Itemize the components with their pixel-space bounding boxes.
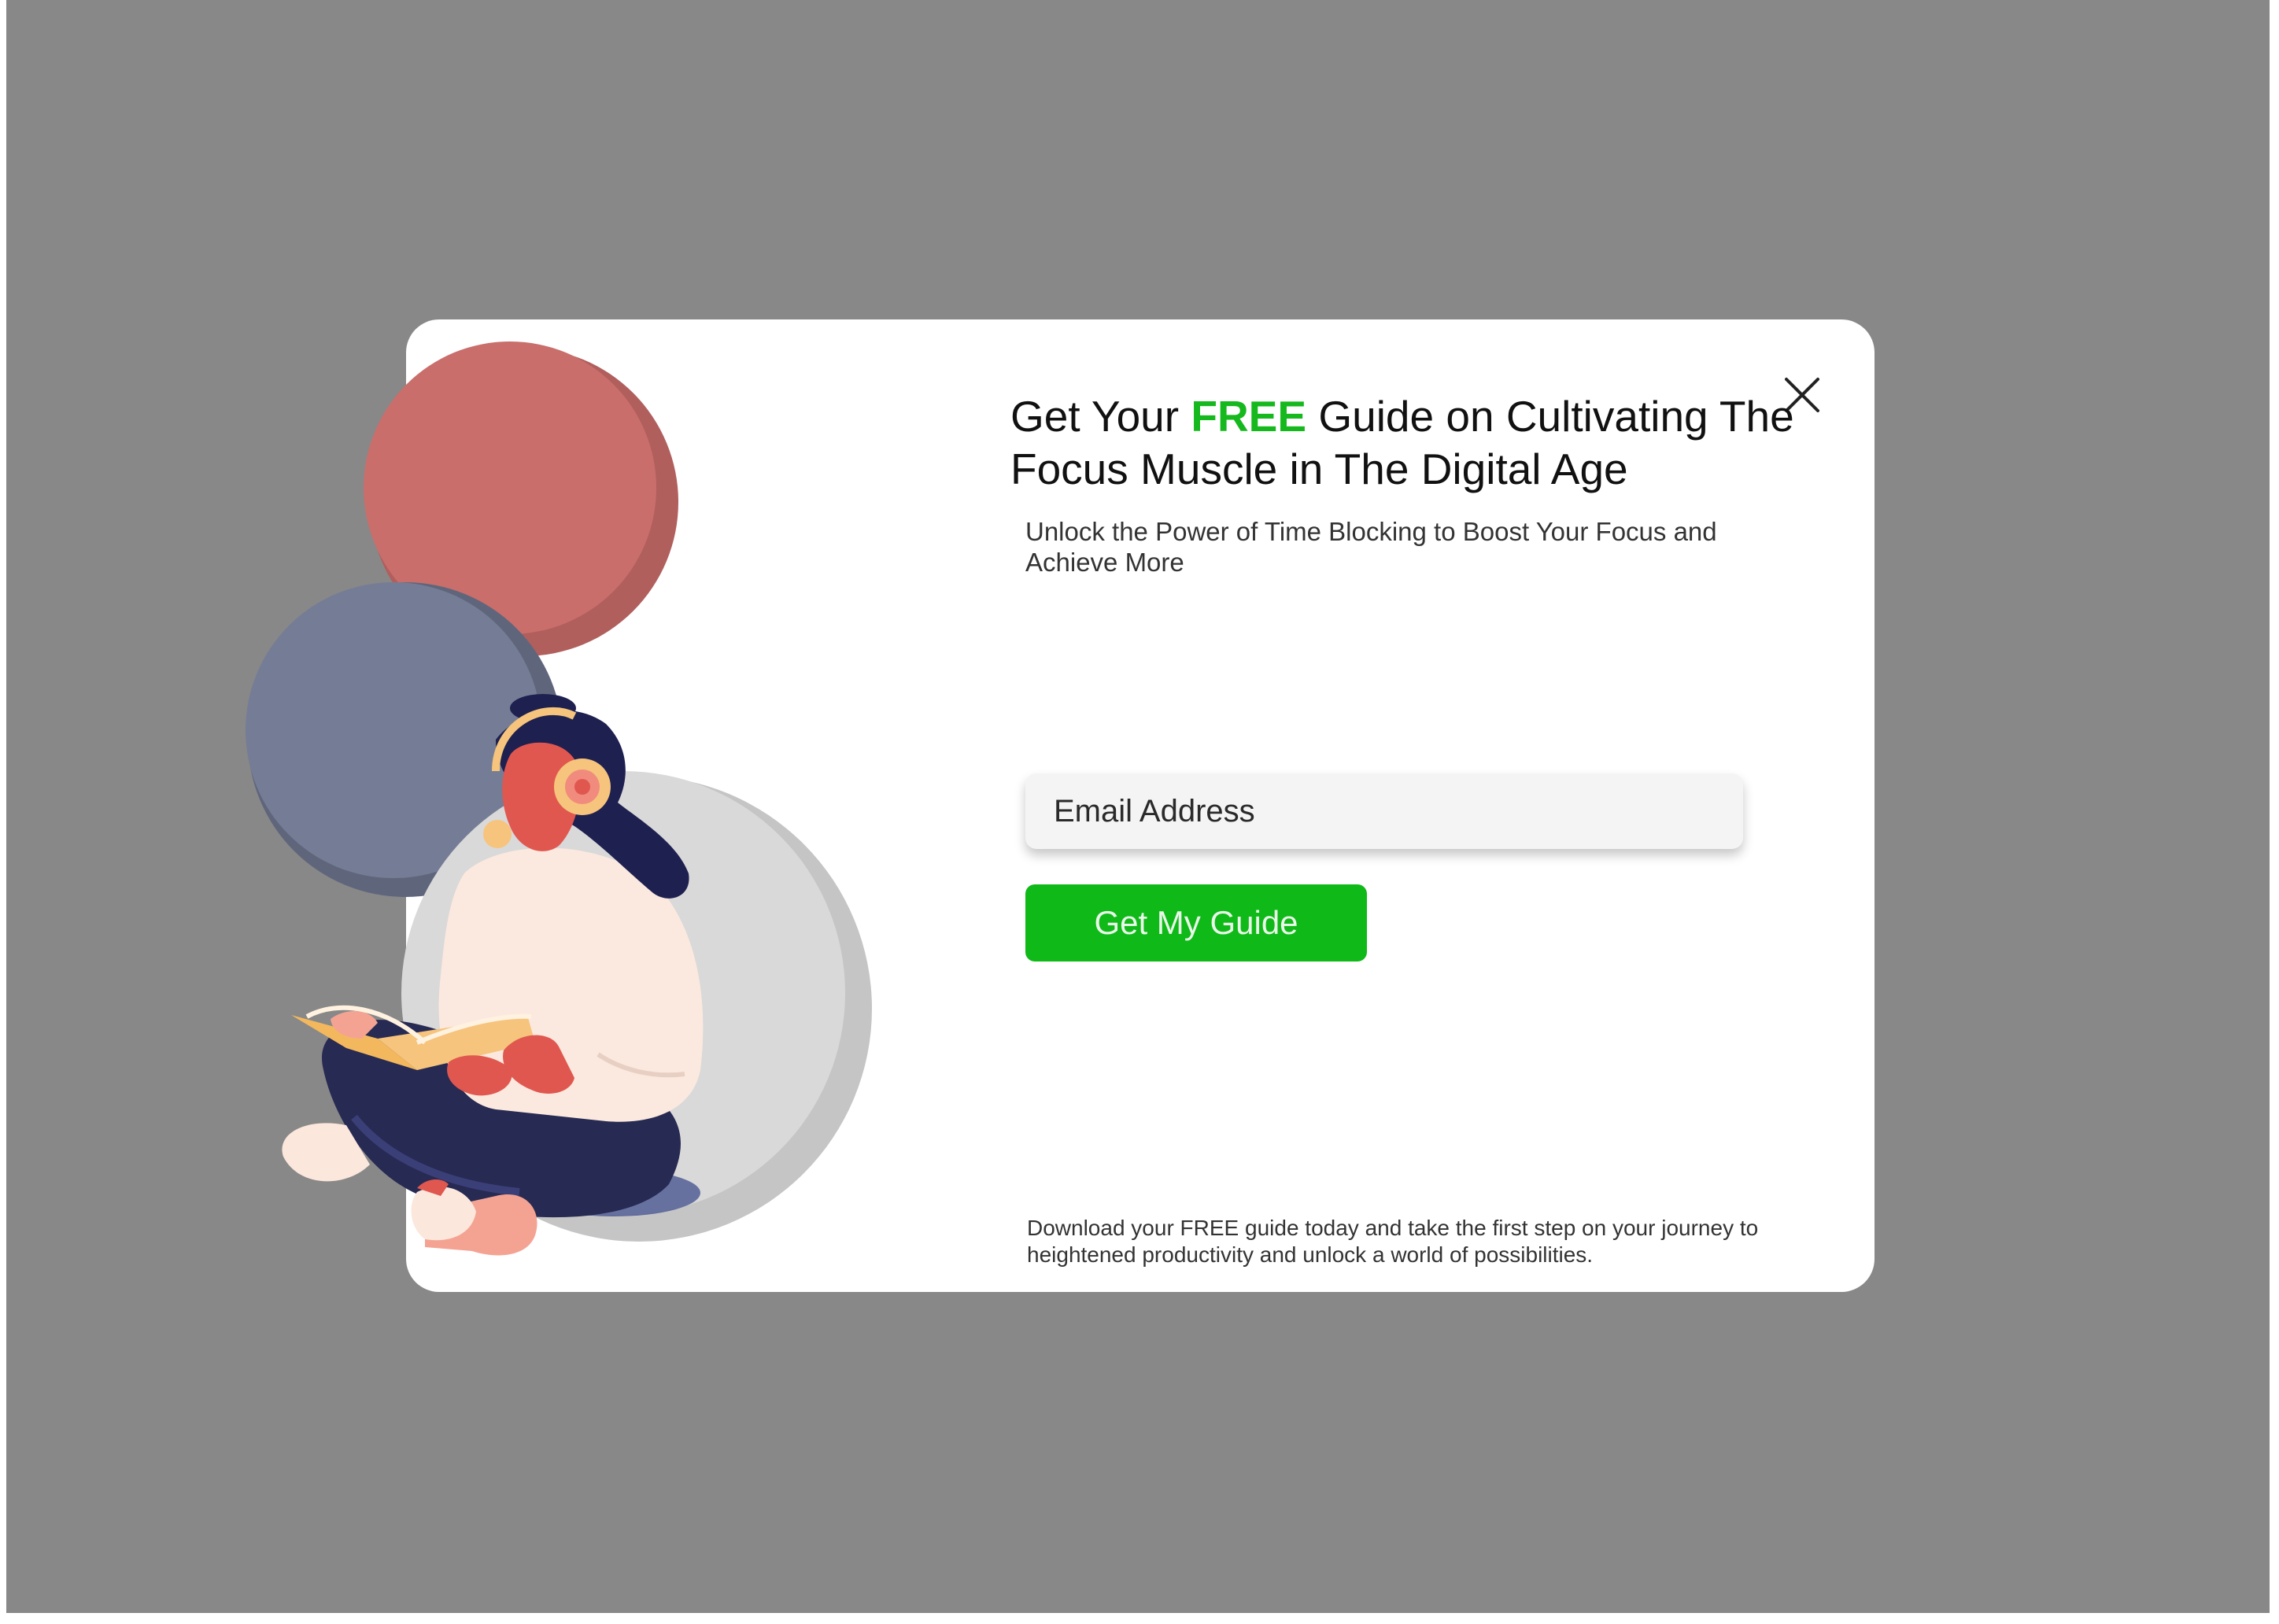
headline-prefix: Get Your bbox=[1010, 392, 1191, 441]
woman-reading-illustration bbox=[246, 341, 872, 1256]
email-field[interactable] bbox=[1025, 773, 1743, 849]
popup-subtitle: Unlock the Power of Time Blocking to Boo… bbox=[1025, 517, 1717, 577]
get-guide-button[interactable]: Get My Guide bbox=[1025, 884, 1367, 961]
headline-free-highlight: FREE bbox=[1191, 392, 1307, 441]
footer-note: Download your FREE guide today and take … bbox=[1027, 1216, 1759, 1267]
popup-headline: Get Your FREE Guide on Cultivating The F… bbox=[1010, 390, 1797, 496]
